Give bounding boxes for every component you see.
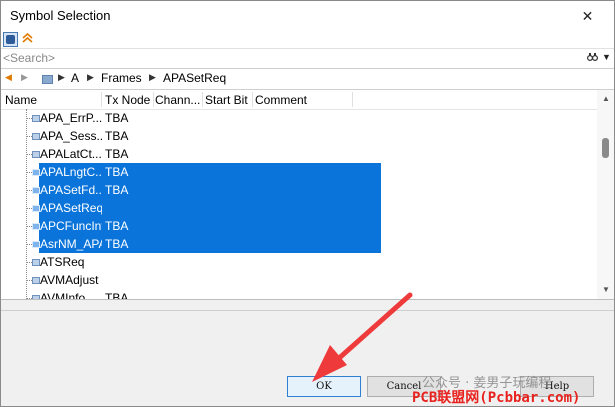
frame-icon (32, 241, 40, 248)
frame-icon (32, 259, 40, 266)
search-bar: ▼ (1, 49, 614, 69)
list-item[interactable]: APASetFd... TBA (1, 181, 597, 199)
frame-icon (32, 205, 40, 212)
frame-icon (32, 115, 40, 122)
ok-button[interactable]: OK (287, 376, 361, 397)
row-name: ATSReq (40, 255, 85, 269)
column-tx-node[interactable]: Tx Node (105, 93, 153, 107)
row-name: APALatCt... (40, 147, 102, 161)
column-comment[interactable]: Comment (255, 93, 349, 107)
vertical-scrollbar[interactable]: ▲ ▼ (597, 90, 614, 299)
watermark-site-text: PCB联盟网(Pcbbar.com) (412, 390, 581, 406)
search-input[interactable] (3, 50, 583, 66)
column-channel[interactable]: Chann... (155, 93, 202, 107)
row-name: APALngtC... (40, 165, 102, 179)
list-item[interactable]: APA_Sess... TBA (1, 127, 597, 145)
breadcrumb-item-a[interactable]: A (71, 71, 79, 85)
scroll-thumb[interactable] (602, 138, 609, 158)
close-button[interactable]: ✕ (561, 1, 614, 31)
frame-icon (32, 295, 40, 299)
list-item[interactable]: APASetReq (1, 199, 597, 217)
list-item[interactable]: AVMInfo... TBA (1, 289, 597, 300)
row-name: APASetFd... (40, 183, 102, 197)
frame-icon (32, 223, 40, 230)
binoculars-icon[interactable] (586, 52, 599, 63)
window-title: Symbol Selection (10, 8, 111, 23)
root-folder-icon[interactable] (42, 75, 53, 84)
column-divider[interactable] (252, 92, 253, 107)
row-tx-node: TBA (105, 183, 129, 197)
row-name: APA_Sess... (40, 129, 102, 143)
list-item[interactable]: APALngtC... TBA (1, 163, 597, 181)
frame-icon (32, 133, 40, 140)
breadcrumb-separator-icon: ▶ (58, 72, 65, 82)
column-divider[interactable] (202, 92, 203, 107)
column-divider[interactable] (153, 92, 154, 107)
search-dropdown-icon[interactable]: ▼ (602, 52, 611, 62)
symbol-list: Name Tx Node Chann... Start Bit Comment … (1, 90, 614, 300)
list-item[interactable]: APALatCt... TBA (1, 145, 597, 163)
row-tx-node: TBA (105, 219, 129, 233)
row-name: APA_ErrP... (40, 111, 102, 125)
row-name: AsrNM_APA (40, 237, 102, 251)
list-item[interactable]: APA_ErrP... TBA (1, 109, 597, 127)
database-icon[interactable] (3, 32, 18, 47)
column-start-bit[interactable]: Start Bit (205, 93, 253, 107)
row-name: AVMInfo... (40, 291, 96, 300)
column-divider[interactable] (352, 92, 353, 107)
list-item[interactable]: ATSReq (1, 253, 597, 271)
scroll-up-icon[interactable]: ▲ (602, 94, 610, 103)
scroll-down-icon[interactable]: ▼ (602, 285, 610, 294)
row-tx-node: TBA (105, 147, 129, 161)
column-name[interactable]: Name (5, 93, 95, 107)
breadcrumb-item-frames[interactable]: Frames (101, 71, 142, 85)
symbol-selection-dialog: Symbol Selection ✕ ▼ ◀ ▶ ▶ A ▶ Frames ▶ … (0, 0, 615, 407)
double-chevron-up-icon[interactable] (22, 32, 36, 46)
breadcrumb-separator-icon: ▶ (87, 72, 94, 82)
frame-icon (32, 151, 40, 158)
row-name: APCFuncInf (40, 219, 102, 233)
row-tx-node: TBA (105, 237, 129, 251)
row-tx-node: TBA (105, 165, 129, 179)
frame-icon (32, 169, 40, 176)
back-arrow-icon[interactable]: ◀ (5, 72, 12, 83)
row-tx-node: TBA (105, 111, 129, 125)
row-name: APASetReq (40, 201, 102, 215)
toolbar (1, 31, 614, 49)
navigation-bar: ◀ ▶ ▶ A ▶ Frames ▶ APASetReq (1, 69, 614, 90)
row-tx-node: TBA (105, 129, 129, 143)
title-bar[interactable]: Symbol Selection ✕ (1, 1, 614, 31)
column-header: Name Tx Node Chann... Start Bit Comment (1, 90, 597, 110)
detail-panel (1, 310, 614, 369)
row-tx-node: TBA (105, 291, 129, 300)
forward-arrow-icon[interactable]: ▶ (21, 72, 28, 83)
list-item[interactable]: AVMAdjust (1, 271, 597, 289)
breadcrumb-separator-icon: ▶ (149, 72, 156, 82)
list-item[interactable]: APCFuncInf TBA (1, 217, 597, 235)
breadcrumb-item-apasetreq[interactable]: APASetReq (163, 71, 226, 85)
frame-icon (32, 187, 40, 194)
row-name: AVMAdjust (40, 273, 99, 287)
list-item[interactable]: AsrNM_APA TBA (1, 235, 597, 253)
frame-icon (32, 277, 40, 284)
column-divider[interactable] (101, 92, 102, 107)
